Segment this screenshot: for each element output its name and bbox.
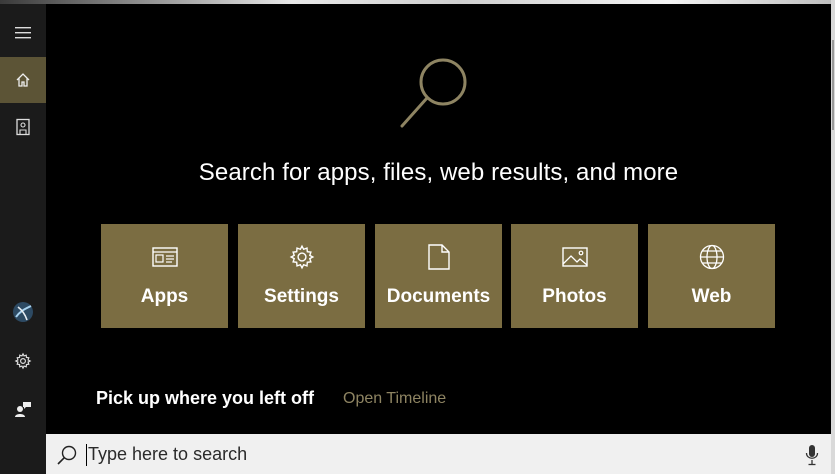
hamburger-menu-icon: [15, 27, 31, 39]
avatar-icon: [13, 302, 33, 322]
tile-settings[interactable]: Settings: [238, 224, 365, 328]
tile-photos[interactable]: Photos: [511, 224, 638, 328]
search-home-panel: Search for apps, files, web results, and…: [46, 4, 831, 434]
section-heading: Pick up where you left off: [96, 388, 315, 408]
scrollbar-thumb[interactable]: [832, 40, 834, 130]
sidebar-item-settings[interactable]: [0, 338, 46, 384]
gear-icon: [289, 244, 314, 270]
taskbar-search-box[interactable]: [46, 434, 831, 474]
photo-icon: [561, 247, 588, 267]
tile-photos-label: Photos: [542, 286, 607, 307]
page-title: Search for apps, files, web results, and…: [198, 159, 679, 186]
tile-apps[interactable]: Apps: [101, 224, 228, 328]
sidebar-item-feedback[interactable]: [0, 386, 46, 432]
microphone-icon[interactable]: [805, 444, 819, 466]
text-caret: [86, 444, 87, 466]
tile-documents[interactable]: Documents: [375, 224, 502, 328]
sidebar-item-notebook[interactable]: [0, 104, 46, 150]
magnifier-icon: [400, 58, 467, 128]
sidebar: [0, 4, 46, 474]
home-icon: [16, 73, 30, 87]
notebook-icon: [16, 118, 30, 136]
feedback-icon: [15, 402, 31, 417]
tile-web[interactable]: Web: [648, 224, 775, 328]
sidebar-item-account[interactable]: [0, 289, 46, 335]
tile-apps-label: Apps: [140, 286, 189, 307]
scrollbar[interactable]: [831, 0, 835, 474]
hamburger-menu-button[interactable]: [0, 10, 46, 56]
gear-icon: [14, 352, 32, 370]
search-icon: [57, 445, 77, 465]
search-input[interactable]: [88, 440, 788, 468]
tile-web-label: Web: [691, 286, 732, 307]
globe-icon: [699, 244, 724, 270]
apps-icon: [151, 247, 178, 267]
open-timeline-link[interactable]: Open Timeline: [343, 390, 446, 408]
document-icon: [427, 244, 450, 270]
sidebar-item-home[interactable]: [0, 57, 46, 103]
tile-documents-label: Documents: [386, 286, 491, 307]
tile-settings-label: Settings: [264, 286, 339, 307]
